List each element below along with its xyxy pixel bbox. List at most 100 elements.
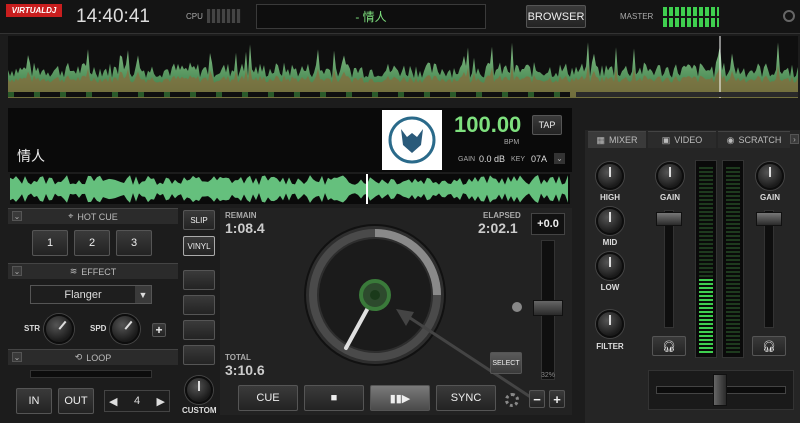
track-title: - 情人	[355, 10, 387, 24]
pitch-slider-handle[interactable]	[533, 300, 563, 316]
deck-info-panel: 情人 100.00 BPM TAP GAIN 0.0 dB KEY 07A ⌄	[8, 108, 572, 172]
pin-icon: ⌖	[68, 211, 74, 221]
hotcue-collapse-icon[interactable]: ⌄	[12, 211, 22, 221]
pad-button-4[interactable]	[183, 345, 215, 365]
headphone-button-right[interactable]: 🎧︎	[752, 336, 786, 356]
play-pause-button[interactable]: ▮▮▶	[370, 385, 430, 411]
tab-video[interactable]: ▣ VIDEO	[648, 131, 716, 148]
select-button[interactable]: SELECT	[490, 352, 522, 374]
deck-strip-right	[576, 92, 798, 97]
headphone-icon: 🎧︎	[762, 340, 776, 353]
loop-label: LOOP	[86, 352, 112, 363]
cpu-meter	[207, 9, 241, 23]
zoomed-waveform[interactable]	[10, 174, 570, 204]
loop-header[interactable]: ⟲ LOOP	[8, 349, 178, 365]
bpm-unit: BPM	[504, 139, 520, 146]
clock: 14:40:41	[76, 6, 150, 27]
pitch-minus-button[interactable]: −	[529, 390, 545, 408]
total-time: 3:10.6	[225, 362, 265, 378]
spd-knob[interactable]	[110, 314, 140, 344]
total-label: TOTAL	[225, 353, 251, 362]
loop-icon: ⟲	[74, 352, 83, 362]
loop-size-value: 4	[133, 395, 141, 407]
high-eq-knob[interactable]	[596, 162, 624, 190]
sync-button[interactable]: SYNC	[436, 385, 496, 411]
gain-knob-left[interactable]	[656, 162, 684, 190]
equalizer-icon: ≋	[69, 266, 78, 276]
tab-video-label: VIDEO	[674, 135, 703, 145]
track-title-display: - 情人	[256, 4, 486, 29]
loop-progress-bar	[30, 370, 152, 378]
custom-label: CUSTOM	[182, 406, 217, 415]
low-eq-knob[interactable]	[596, 252, 624, 280]
key-value: 07A	[531, 154, 548, 164]
pad-button-3[interactable]	[183, 320, 215, 340]
pitch-reset-dot[interactable]	[512, 302, 522, 312]
top-bar: VIRTUALDJ 14:40:41 CPU - 情人 BROWSER MAST…	[0, 0, 800, 34]
elapsed-label: ELAPSED	[483, 211, 521, 220]
tap-button[interactable]: TAP	[532, 115, 562, 135]
slip-button[interactable]: SLIP	[183, 210, 215, 230]
loop-size-down-icon[interactable]: ◀	[109, 395, 117, 408]
str-knob[interactable]	[44, 314, 74, 344]
tab-mixer[interactable]: ▦ MIXER	[588, 131, 646, 148]
hotcue-header[interactable]: ⌖ HOT CUE	[8, 208, 178, 224]
effect-select[interactable]: Flanger ▼	[30, 285, 152, 304]
mid-eq-knob[interactable]	[596, 207, 624, 235]
gain-label-right: GAIN	[760, 193, 780, 202]
tab-scratch-label: SCRATCH	[738, 135, 782, 145]
volume-fader-track-right[interactable]	[764, 210, 774, 328]
video-icon: ▣	[661, 134, 671, 145]
dropdown-arrow-icon: ▼	[135, 286, 151, 303]
stop-button[interactable]: ■	[304, 385, 364, 411]
loop-size-control[interactable]: ◀ 4 ▶	[104, 390, 170, 412]
vinyl-button[interactable]: VINYL	[183, 236, 215, 256]
tab-mixer-label: MIXER	[609, 135, 638, 145]
pitch-plus-button[interactable]: +	[549, 390, 565, 408]
mixer-collapse-icon[interactable]: ›	[790, 134, 799, 144]
loop-out-button[interactable]: OUT	[58, 388, 94, 414]
hotcue-1-button[interactable]: 1	[32, 230, 68, 256]
hotcue-label: HOT CUE	[77, 211, 118, 222]
filter-knob[interactable]	[596, 310, 624, 338]
bpm-value: 100.00	[454, 112, 522, 137]
power-icon[interactable]	[783, 10, 795, 22]
hotcue-3-button[interactable]: 3	[116, 230, 152, 256]
gain-knob-right[interactable]	[756, 162, 784, 190]
custom-knob[interactable]	[185, 376, 213, 404]
pitch-range: 32%	[541, 372, 556, 379]
overview-waveform[interactable]	[8, 36, 798, 98]
cue-button[interactable]: CUE	[238, 385, 298, 411]
browser-button[interactable]: BROWSER	[526, 5, 586, 28]
remain-time: 1:08.4	[225, 220, 265, 236]
app-logo: VIRTUALDJ	[6, 4, 62, 17]
virtualdj-window: VIRTUALDJ 14:40:41 CPU - 情人 BROWSER MAST…	[0, 0, 800, 423]
loop-size-up-icon[interactable]: ▶	[157, 395, 165, 408]
str-label: STR	[24, 324, 40, 333]
volume-fader-track-left[interactable]	[664, 210, 674, 328]
elapsed-time: 2:02.1	[478, 220, 518, 236]
effect-collapse-icon[interactable]: ⌄	[12, 266, 22, 276]
mixer-icon: ▦	[596, 134, 605, 145]
volume-fader-handle-left[interactable]	[656, 212, 682, 226]
hotcue-2-button[interactable]: 2	[74, 230, 110, 256]
effect-header[interactable]: ≋ EFFECT	[8, 263, 178, 279]
loop-in-button[interactable]: IN	[16, 388, 52, 414]
master-meter	[663, 7, 719, 27]
vu-meter-left	[695, 160, 717, 358]
volume-fader-handle-right[interactable]	[756, 212, 782, 226]
add-effect-button[interactable]: +	[152, 323, 166, 337]
gain-label: GAIN	[458, 156, 476, 163]
pad-button-1[interactable]	[183, 270, 215, 290]
headphone-button-left[interactable]: 🎧︎	[652, 336, 686, 356]
zoomed-waveform-svg	[10, 174, 568, 204]
mid-label: MID	[602, 238, 618, 247]
crossfader-handle[interactable]	[713, 374, 727, 406]
beat-markers	[8, 92, 570, 97]
high-label: HIGH	[600, 193, 620, 202]
loop-collapse-icon[interactable]: ⌄	[12, 352, 22, 362]
chevron-down-icon[interactable]: ⌄	[554, 153, 565, 164]
pad-button-2[interactable]	[183, 295, 215, 315]
tab-scratch[interactable]: ◉ SCRATCH	[718, 131, 790, 148]
gear-icon[interactable]	[505, 393, 519, 407]
